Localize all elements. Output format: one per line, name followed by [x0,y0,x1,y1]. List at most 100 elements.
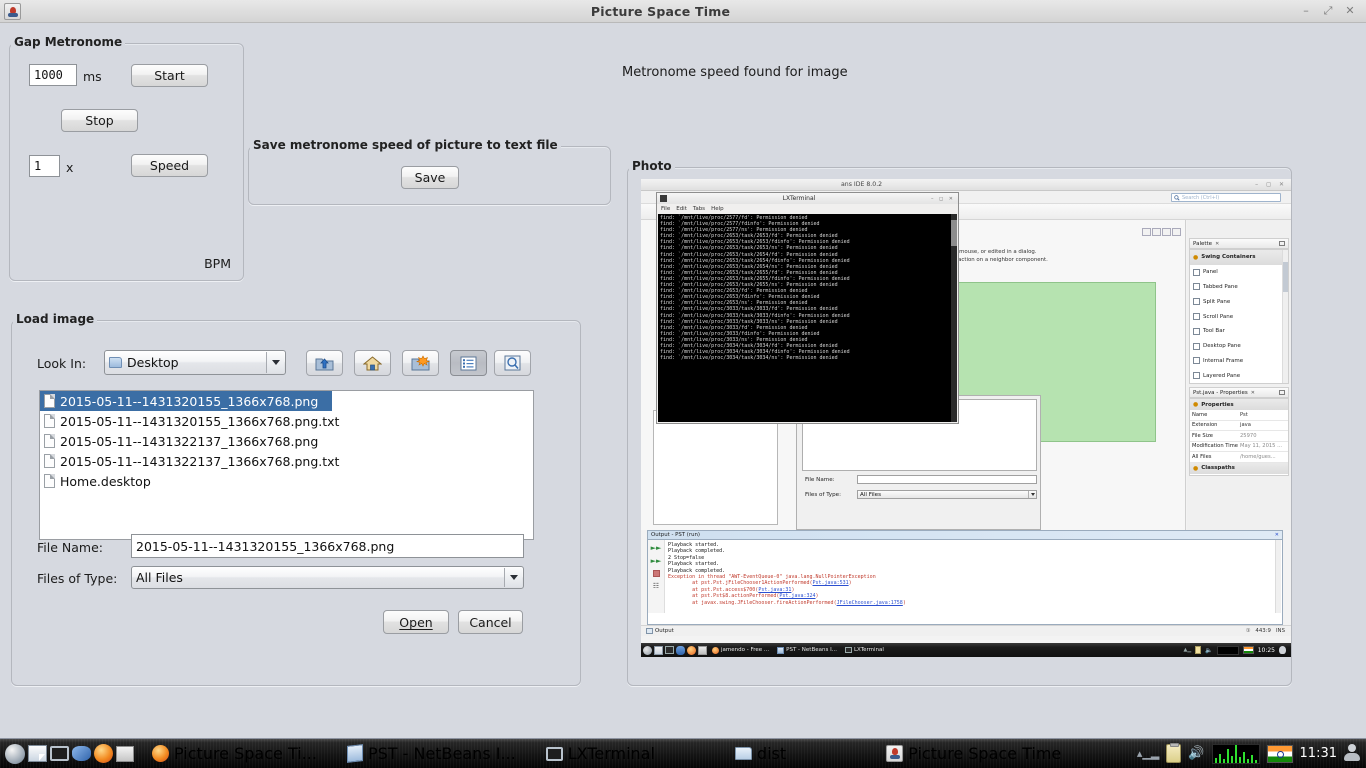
file-list[interactable]: 2015-05-11--1431320155_1366x768.png 2015… [39,390,534,540]
nested-editor-tabcontrols[interactable] [1142,228,1181,236]
chevron-down-icon[interactable] [266,352,284,373]
nested-terminal-menubar[interactable]: File Edit Tabs Help [657,204,958,214]
run-icon[interactable]: ►► [651,544,662,552]
save-button[interactable]: Save [401,166,459,189]
clipboard-icon[interactable] [1166,744,1181,763]
file-name-input[interactable] [131,534,524,558]
menu-help[interactable]: Help [711,206,724,212]
nested-notification-icon[interactable]: ① [1246,628,1251,634]
properties-classpaths-header[interactable]: ● Classpaths [1190,463,1288,474]
look-in-combo[interactable]: Desktop [104,350,286,375]
file-manager-icon[interactable] [26,743,48,765]
list-item[interactable]: 2015-05-11--1431322137_1366x768.png [40,431,533,451]
rerun-icon[interactable]: ►► [651,557,662,565]
terminal-icon[interactable] [665,646,674,654]
nested-terminal-controls[interactable]: – ◻ ✕ [931,196,955,202]
taskbar-window-lxterminal[interactable]: LXTerminal [542,741,663,767]
firefox-icon[interactable] [92,743,114,765]
palette-item[interactable]: Desktop Pane [1190,339,1288,354]
minimize-icon[interactable] [1279,241,1285,246]
list-view-icon-button[interactable] [450,350,487,376]
new-folder-icon-button[interactable] [402,350,439,376]
filter-icon[interactable]: ☷ [653,582,659,590]
palette-group-header[interactable]: ● Swing Controls [1190,383,1288,384]
windows-icon[interactable] [698,646,707,655]
table-row[interactable]: Extensionjava [1190,421,1288,432]
logout-icon[interactable] [1279,646,1286,654]
speed-multiplier-input[interactable] [29,155,60,177]
table-row[interactable]: NamePst [1190,410,1288,421]
window-controls[interactable]: – ⤢ ✕ [1300,4,1356,18]
stack-link[interactable]: Pst.java:324 [779,593,815,599]
nested-output-scrollbar[interactable] [1275,540,1281,613]
palette-item[interactable]: Tabbed Pane [1190,280,1288,295]
india-flag-icon[interactable] [1267,745,1293,763]
stop-button[interactable]: Stop [61,109,138,132]
network-icon[interactable]: ▴▁▂ [1137,747,1159,760]
open-button[interactable]: Open [383,610,449,634]
nested-terminal-scrollbar[interactable] [951,214,957,422]
nested-system-tray[interactable]: ▲▁ 🔈 10:25 [1184,646,1289,655]
stop-icon[interactable] [653,570,660,577]
logout-icon[interactable] [1344,744,1360,763]
palette-item[interactable]: Panel [1190,265,1288,280]
stack-link[interactable]: Pst.java:31 [758,587,791,593]
windows-icon[interactable] [114,743,136,765]
table-row[interactable]: All Files/home/gues... [1190,452,1288,463]
palette-item[interactable]: Split Pane [1190,294,1288,309]
stack-link[interactable]: Pst.java:531 [813,580,849,586]
up-folder-icon-button[interactable] [306,350,343,376]
nested-output-gutter[interactable]: ►► ►► ☷ [648,540,665,613]
terminal-icon[interactable] [48,743,70,765]
taskbar-window-picture-space-ti[interactable]: Picture Space Ti... [148,741,325,767]
chevron-down-icon[interactable] [504,568,522,587]
nested-properties-tab[interactable]: Pst.java - Properties ✕ [1189,387,1289,398]
cancel-button[interactable]: Cancel [458,610,523,634]
details-view-icon-button[interactable] [494,350,531,376]
list-item[interactable]: 2015-05-11--1431322137_1366x768.png.txt [40,451,533,471]
volume-icon[interactable]: 🔊 [1188,746,1204,761]
palette-item[interactable]: Layered Pane [1190,368,1288,383]
nested-palette-list[interactable]: ● Swing Containers Panel Tabbed Pane Spl… [1189,249,1289,384]
list-item[interactable]: 2015-05-11--1431320155_1366x768.png [40,391,332,411]
nested-palette-tab[interactable]: Palette ✕ [1189,238,1289,249]
nested-search-box[interactable]: Search (Ctrl+I) [1171,193,1281,202]
taskbar-window-picture-space-time[interactable]: Picture Space Time [882,741,1069,767]
table-row[interactable]: Modification TimeMay 11, 2015 ... [1190,442,1288,453]
nested-taskbar-item[interactable]: PST - NetBeans I... [774,647,840,654]
close-icon[interactable]: ✕ [1251,390,1255,396]
menu-edit[interactable]: Edit [676,206,687,212]
nested-filetype-combo[interactable]: All Files [857,490,1037,499]
start-button[interactable]: Start [131,64,208,87]
speed-button[interactable]: Speed [131,154,208,177]
menu-tabs[interactable]: Tabs [693,206,705,212]
maximize-button[interactable]: ⤢ [1322,4,1334,18]
palette-scrollbar[interactable] [1282,250,1288,383]
firefox-icon[interactable] [687,646,696,655]
blue-disc-icon[interactable] [676,646,685,655]
nested-filename-input[interactable] [857,475,1037,484]
firefox-globe-icon[interactable] [643,646,652,655]
close-icon[interactable]: ✕ [1275,532,1279,538]
file-manager-icon[interactable] [654,646,663,655]
nested-terminal-screen[interactable]: find: `/mnt/live/proc/2577/fd': Permissi… [658,214,951,422]
close-icon[interactable]: ✕ [1215,241,1219,247]
files-of-type-combo[interactable]: All Files [131,566,524,589]
firefox-globe-icon[interactable] [4,743,26,765]
home-icon-button[interactable] [354,350,391,376]
palette-group-header[interactable]: ● Swing Containers [1190,250,1288,265]
nested-taskbar-item[interactable]: LXTerminal [842,647,887,653]
palette-item[interactable]: Internal Frame [1190,354,1288,369]
cpu-graph-icon[interactable] [1217,646,1239,655]
volume-icon[interactable]: 🔈 [1205,647,1212,654]
ms-input[interactable] [29,64,77,86]
nested-taskbar-item[interactable]: jamendo - Free ... [709,647,772,654]
list-item[interactable]: 2015-05-11--1431320155_1366x768.png.txt [40,411,533,431]
menu-file[interactable]: File [661,206,670,212]
taskbar-window-pst-netbeans[interactable]: PST - NetBeans I... [343,741,524,767]
minimize-icon[interactable] [1279,390,1285,395]
table-row[interactable]: File Size25970 [1190,431,1288,442]
india-flag-icon[interactable] [1243,646,1254,654]
close-button[interactable]: ✕ [1344,4,1356,18]
network-icon[interactable]: ▲▁ [1184,647,1192,653]
